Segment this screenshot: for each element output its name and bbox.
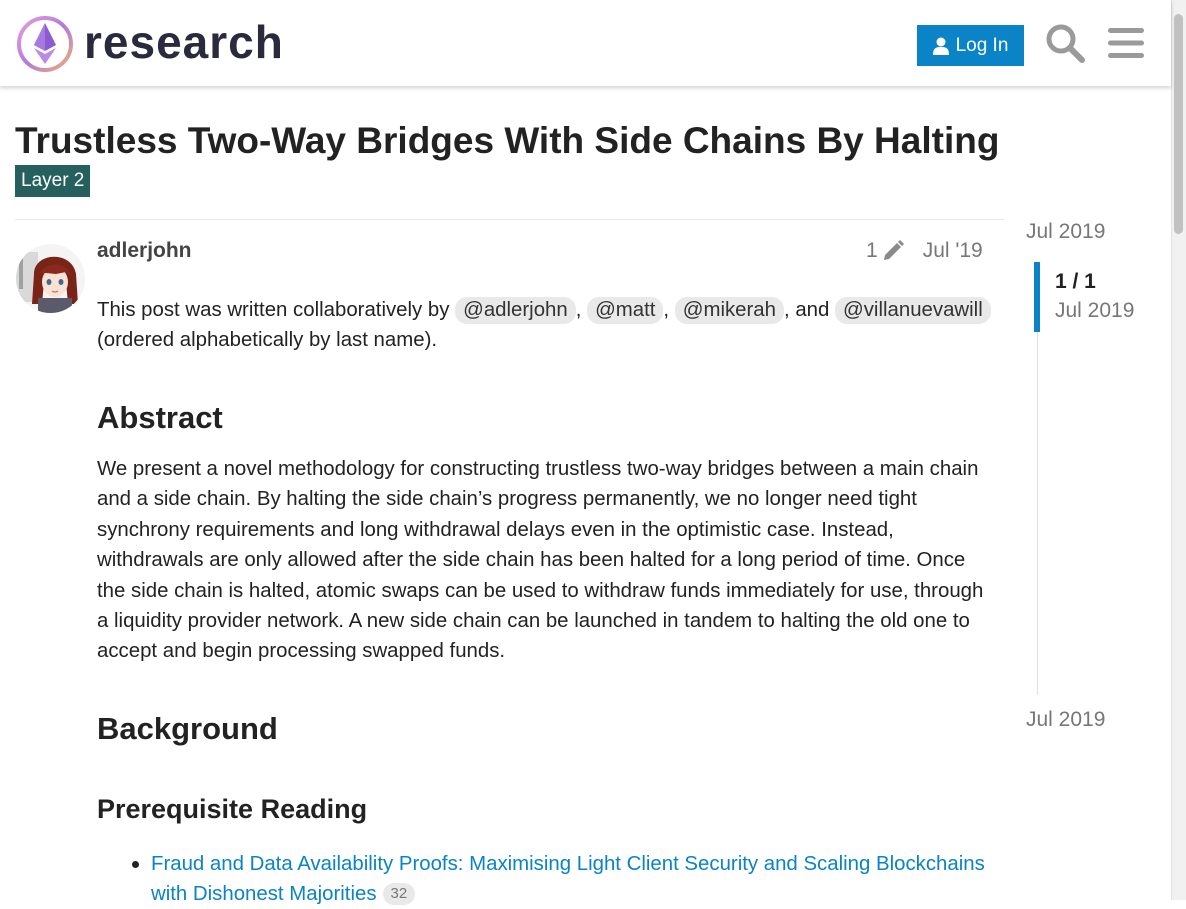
abstract-heading: Abstract <box>97 400 223 435</box>
separator: , <box>663 299 670 321</box>
click-count-badge: 32 <box>382 883 416 905</box>
edit-count[interactable]: 1 <box>866 239 878 263</box>
site-name[interactable]: research <box>84 14 284 70</box>
login-label: Log In <box>955 34 1009 56</box>
topic-divider <box>15 219 1004 220</box>
background-heading: Background <box>97 711 278 746</box>
user-icon <box>932 37 949 55</box>
mention-matt[interactable]: @matt <box>587 297 664 324</box>
separator: , <box>575 299 582 321</box>
list-item: Fraud and Data Availability Proofs: Maxi… <box>97 849 992 909</box>
timeline-start-date[interactable]: Jul 2019 <box>1026 220 1105 244</box>
timeline-handle[interactable] <box>1034 262 1040 332</box>
timeline-end-date[interactable]: Jul 2019 <box>1026 708 1105 732</box>
hamburger-menu-icon[interactable] <box>1105 22 1147 64</box>
category-badge[interactable]: Layer 2 <box>15 165 91 197</box>
abstract-section: We present a novel methodology for const… <box>97 454 992 667</box>
intro-suffix: (ordered alphabetically by last name). <box>97 329 438 352</box>
search-icon[interactable] <box>1044 22 1086 64</box>
post-author[interactable]: adlerjohn <box>97 239 192 263</box>
mention-mikerah[interactable]: @mikerah <box>674 297 784 324</box>
timeline-track[interactable] <box>1037 270 1038 695</box>
site-header: research Log In <box>0 0 1171 86</box>
intro-prefix: This post was written collaboratively by <box>97 299 450 321</box>
mention-villanuevawill[interactable]: @villanuevawill <box>835 297 991 324</box>
timeline-position-date: Jul 2019 <box>1055 299 1135 322</box>
timeline-position: 1 / 1 <box>1055 270 1096 293</box>
site-logo-icon[interactable] <box>16 14 76 74</box>
reading-link[interactable]: Fraud and Data Availability Proofs: Maxi… <box>151 853 985 905</box>
prereq-heading: Prerequisite Reading <box>97 794 368 824</box>
abstract-paragraph: We present a novel methodology for const… <box>97 458 984 663</box>
login-button[interactable]: Log In <box>917 25 1024 66</box>
post-date[interactable]: Jul '19 <box>923 239 983 263</box>
user-avatar[interactable] <box>16 244 85 313</box>
separator: , and <box>784 299 830 321</box>
topic-title[interactable]: Trustless Two-Way Bridges With Side Chai… <box>15 118 999 164</box>
scrollbar-thumb[interactable] <box>1174 14 1183 234</box>
intro-paragraph: This post was written collaboratively by… <box>97 295 992 356</box>
pencil-icon[interactable] <box>882 240 904 262</box>
bullet <box>132 861 139 868</box>
reading-list: Fraud and Data Availability Proofs: Maxi… <box>97 849 992 909</box>
post-meta: 1 Jul '19 <box>866 239 983 263</box>
post-body: This post was written collaboratively by… <box>97 295 992 356</box>
mention-adlerjohn[interactable]: @adlerjohn <box>455 297 576 324</box>
